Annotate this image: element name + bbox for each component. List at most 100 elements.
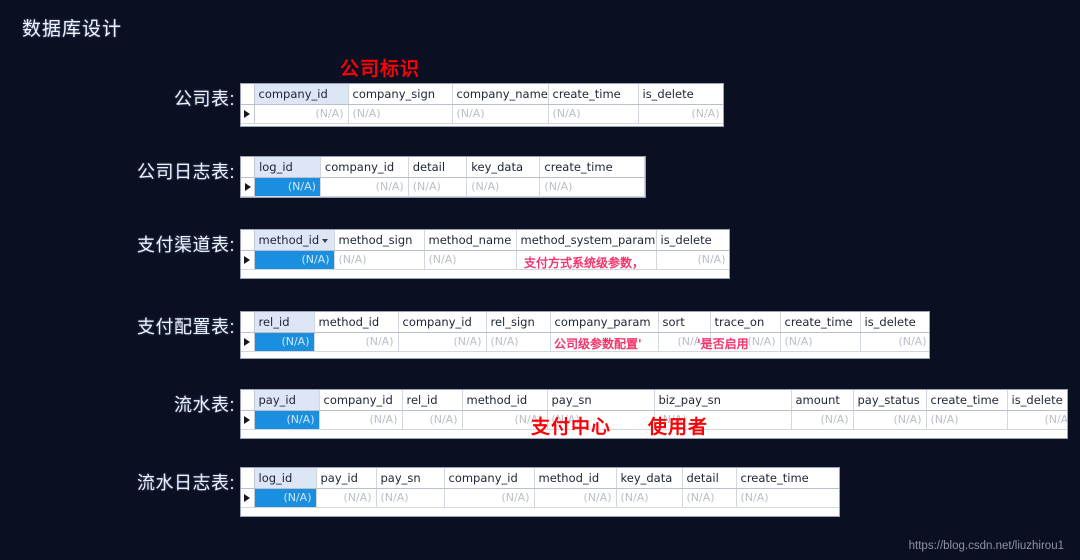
column-header[interactable]: is_delete — [860, 312, 929, 333]
column-header[interactable]: amount — [791, 390, 854, 411]
column-header[interactable]: pay_sn — [376, 468, 445, 489]
cell-value[interactable]: (N/A) — [638, 104, 723, 124]
table-row[interactable]: (N/A) (N/A) (N/A) (N/A) (N/A) — [241, 104, 723, 124]
row-selector-cell[interactable] — [241, 104, 255, 124]
table-row[interactable]: (N/A) (N/A) (N/A) (N/A) — [241, 250, 729, 270]
cell-value[interactable]: (N/A) — [548, 104, 639, 124]
column-header[interactable]: company_name — [452, 84, 549, 105]
cell-value-selected[interactable]: (N/A) — [254, 177, 321, 197]
column-header[interactable]: sort — [658, 312, 711, 333]
column-header[interactable]: create_time — [539, 157, 645, 178]
column-header[interactable]: create_time — [780, 312, 861, 333]
column-header[interactable]: pay_id — [254, 390, 320, 411]
column-header[interactable]: key_data — [466, 157, 541, 178]
cell-value[interactable]: (N/A) — [334, 250, 425, 270]
cell-value[interactable]: (N/A) — [656, 250, 729, 270]
chevron-down-icon[interactable] — [321, 238, 328, 243]
table-row[interactable]: (N/A) (N/A) (N/A) (N/A) (N/A) — [241, 177, 645, 197]
cell-value[interactable]: (N/A) — [376, 488, 445, 508]
row-selector-cell[interactable] — [241, 250, 255, 270]
cell-value[interactable]: (N/A) — [736, 488, 839, 508]
cell-value[interactable]: (N/A) — [314, 332, 399, 352]
cell-value-selected[interactable]: (N/A) — [254, 250, 335, 270]
column-header[interactable]: company_id — [398, 312, 487, 333]
column-header[interactable]: pay_status — [853, 390, 927, 411]
cell-value-selected[interactable]: (N/A) — [254, 488, 317, 508]
cell-value[interactable]: (N/A) — [860, 332, 929, 352]
column-header[interactable]: is_delete — [638, 84, 723, 105]
cell-value-selected[interactable]: (N/A) — [254, 332, 315, 352]
column-header[interactable]: rel_id — [254, 312, 315, 333]
column-header[interactable]: method_id — [534, 468, 617, 489]
column-header[interactable]: company_param — [550, 312, 659, 333]
cell-value[interactable]: (N/A) — [780, 332, 861, 352]
cell-value[interactable]: (N/A) — [452, 104, 549, 124]
table-row[interactable]: (N/A) (N/A) (N/A) (N/A) (N/A) (N/A) (N/A… — [241, 488, 839, 508]
cell-value[interactable]: (N/A) — [320, 177, 409, 197]
cell-value[interactable]: (N/A) — [254, 104, 349, 124]
datagrid-company-log-table[interactable]: log_id company_id detail key_data create… — [240, 156, 646, 198]
column-header[interactable]: biz_pay_sn — [654, 390, 792, 411]
cell-value[interactable]: (N/A) — [348, 104, 453, 124]
row-selector-cell[interactable] — [241, 332, 255, 352]
column-header[interactable]: create_time — [548, 84, 639, 105]
cell-value[interactable]: (N/A) — [398, 332, 487, 352]
row-selector-cell[interactable] — [241, 177, 256, 197]
column-header[interactable]: company_id — [444, 468, 535, 489]
cell-value[interactable]: (N/A) — [534, 488, 617, 508]
cell-value[interactable]: (N/A) — [444, 488, 535, 508]
annotation-method-system-param: 支付方式系统级参数， — [524, 256, 645, 270]
cell-value[interactable]: (N/A) — [319, 410, 403, 430]
current-row-caret-icon — [244, 416, 251, 424]
column-header[interactable]: log_id — [254, 468, 317, 489]
column-header[interactable]: create_time — [926, 390, 1008, 411]
cell-value[interactable]: (N/A) — [791, 410, 854, 430]
column-header[interactable]: is_delete — [1007, 390, 1067, 411]
table-label-company-log: 公司日志表: — [136, 162, 235, 182]
column-header[interactable]: create_time — [736, 468, 839, 489]
cell-value[interactable]: (N/A) — [926, 410, 1008, 430]
column-header[interactable]: method_sign — [334, 230, 425, 251]
datagrid-pay-method-table[interactable]: method_id method_sign method_name method… — [240, 229, 730, 279]
column-header[interactable]: key_data — [616, 468, 683, 489]
column-header[interactable]: pay_id — [316, 468, 377, 489]
cell-value[interactable]: (N/A) — [424, 250, 517, 270]
column-header[interactable]: company_sign — [348, 84, 453, 105]
column-header[interactable]: method_id — [462, 390, 548, 411]
column-header[interactable]: company_id — [319, 390, 403, 411]
cell-value[interactable]: (N/A) — [616, 488, 683, 508]
cell-value[interactable]: (N/A) — [853, 410, 927, 430]
cell-value-selected[interactable]: (N/A) — [254, 410, 320, 430]
row-selector-cell[interactable] — [241, 410, 255, 430]
column-header[interactable]: rel_id — [402, 390, 463, 411]
column-header[interactable]: trace_on — [710, 312, 781, 333]
annotation-pay-center: 支付中心 — [531, 416, 612, 438]
column-header[interactable]: company_id — [254, 84, 349, 105]
column-header[interactable]: method_id — [254, 230, 335, 251]
datagrid-company-table[interactable]: company_id company_sign company_name cre… — [240, 83, 724, 127]
cell-value[interactable]: (N/A) — [402, 410, 463, 430]
column-header[interactable]: detail — [408, 157, 468, 178]
column-header[interactable]: is_delete — [656, 230, 729, 251]
column-header[interactable]: rel_sign — [486, 312, 551, 333]
cell-value[interactable]: (N/A) — [466, 177, 541, 197]
column-header[interactable]: detail — [682, 468, 737, 489]
current-row-caret-icon — [244, 256, 251, 264]
cell-value[interactable]: (N/A) — [682, 488, 737, 508]
cell-value[interactable]: (N/A) — [1007, 410, 1067, 430]
cell-value[interactable]: (N/A) — [486, 332, 551, 352]
row-selector-cell[interactable] — [241, 488, 255, 508]
column-header[interactable]: method_system_param — [516, 230, 657, 251]
column-header[interactable]: method_id — [314, 312, 399, 333]
grid-header-row: log_id pay_id pay_sn company_id method_i… — [241, 468, 839, 489]
cell-value[interactable]: (N/A) — [539, 177, 645, 197]
column-header[interactable]: company_id — [320, 157, 409, 178]
cell-value[interactable]: (N/A) — [408, 177, 468, 197]
row-selector-header — [241, 390, 255, 411]
column-header[interactable]: pay_sn — [547, 390, 655, 411]
cell-value[interactable]: (N/A) — [316, 488, 377, 508]
datagrid-pay-flow-log-table[interactable]: log_id pay_id pay_sn company_id method_i… — [240, 467, 840, 517]
current-row-caret-icon — [244, 338, 251, 346]
column-header[interactable]: log_id — [254, 157, 321, 178]
column-header[interactable]: method_name — [424, 230, 517, 251]
